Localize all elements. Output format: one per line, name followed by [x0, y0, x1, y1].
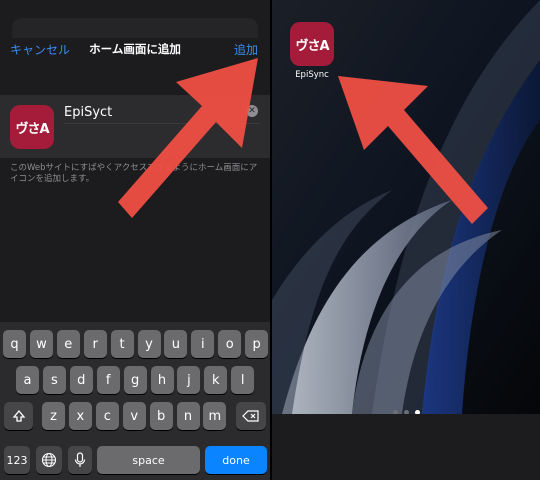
- key-o[interactable]: o: [218, 330, 242, 358]
- space-key[interactable]: space: [97, 446, 200, 474]
- key-i[interactable]: i: [191, 330, 215, 358]
- keyboard: q w e r t y u i o p a s d f g h j k l z x c v b n m 123 space done: [0, 322, 270, 480]
- key-m[interactable]: m: [203, 402, 227, 430]
- key-e[interactable]: e: [56, 330, 80, 358]
- dock: [272, 414, 540, 480]
- key-q[interactable]: q: [3, 330, 26, 358]
- shift-icon: [12, 409, 25, 422]
- key-r[interactable]: r: [83, 330, 107, 358]
- done-key[interactable]: done: [205, 446, 267, 474]
- key-g[interactable]: g: [123, 366, 147, 394]
- key-s[interactable]: s: [42, 366, 66, 394]
- home-app-icon-text: ヴさA: [295, 38, 329, 54]
- key-p[interactable]: p: [245, 330, 269, 358]
- red-arrow-icon: [338, 76, 488, 224]
- key-h[interactable]: h: [150, 366, 174, 394]
- globe-icon: [41, 452, 57, 468]
- app-icon: ヴさA: [10, 105, 54, 149]
- dictation-key[interactable]: [68, 446, 92, 474]
- key-k[interactable]: k: [204, 366, 228, 394]
- key-d[interactable]: d: [69, 366, 93, 394]
- globe-key[interactable]: [36, 446, 62, 474]
- key-t[interactable]: t: [110, 330, 134, 358]
- key-l[interactable]: l: [231, 366, 255, 394]
- key-b[interactable]: b: [149, 402, 173, 430]
- numbers-key[interactable]: 123: [4, 446, 30, 474]
- add-to-home-sheet: キャンセル ホーム画面に追加 追加 ヴさA ✕ このWebサイトにすばやくアクセ…: [0, 0, 270, 480]
- key-f[interactable]: f: [96, 366, 120, 394]
- key-n[interactable]: n: [176, 402, 200, 430]
- key-y[interactable]: y: [137, 330, 161, 358]
- key-j[interactable]: j: [177, 366, 201, 394]
- key-a[interactable]: a: [16, 366, 39, 394]
- app-icon-text: ヴさA: [15, 121, 49, 137]
- key-c[interactable]: c: [95, 402, 119, 430]
- microphone-icon: [74, 452, 86, 467]
- shift-key[interactable]: [4, 402, 33, 430]
- key-u[interactable]: u: [164, 330, 188, 358]
- delete-key[interactable]: [236, 402, 266, 430]
- home-screen: ヴさA EpiSync: [272, 0, 540, 480]
- key-w[interactable]: w: [29, 330, 53, 358]
- home-app-icon[interactable]: ヴさA: [290, 22, 334, 66]
- delete-icon: [242, 410, 259, 422]
- key-v[interactable]: v: [122, 402, 146, 430]
- key-x[interactable]: x: [68, 402, 92, 430]
- red-arrow-icon: [118, 58, 258, 218]
- key-z[interactable]: z: [42, 402, 65, 430]
